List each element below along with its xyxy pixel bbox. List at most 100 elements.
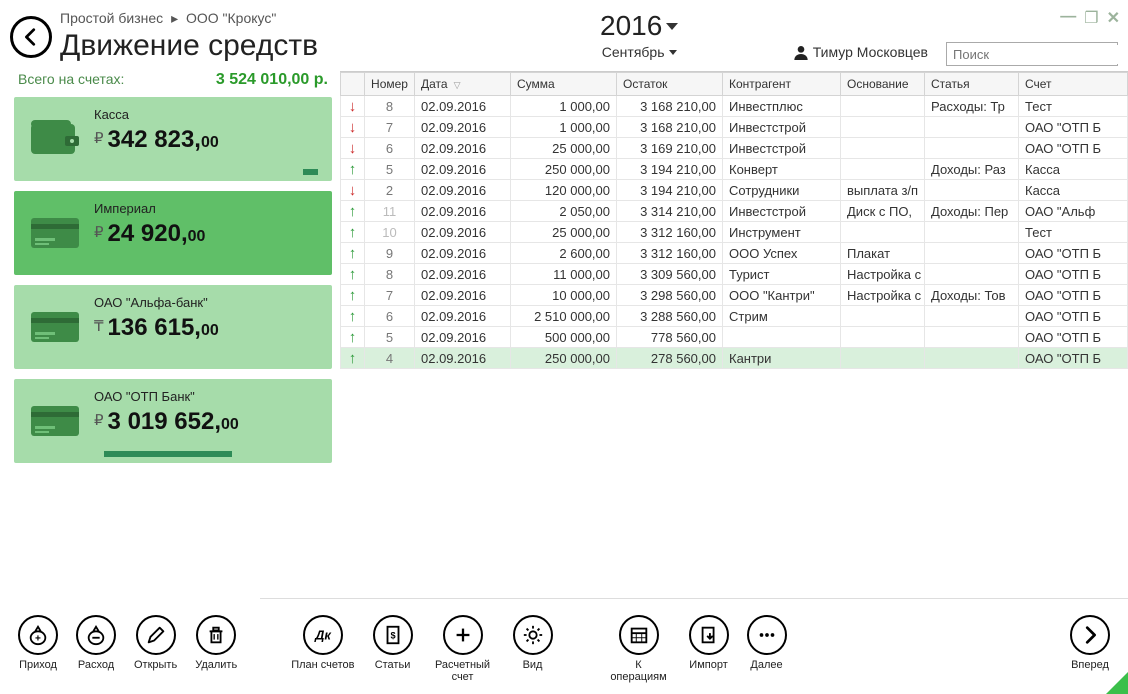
cell-account: Тест bbox=[1019, 222, 1128, 243]
income-button[interactable]: +Приход bbox=[18, 615, 58, 672]
cell-balance: 3 312 160,00 bbox=[617, 222, 723, 243]
cell-date: 02.09.2016 bbox=[415, 96, 511, 117]
cell-reason bbox=[841, 138, 925, 159]
cell-article bbox=[925, 117, 1019, 138]
cell-article bbox=[925, 306, 1019, 327]
arrow-up-icon: ↑ bbox=[349, 225, 357, 240]
racct-button[interactable]: Расчетный счет bbox=[431, 615, 495, 684]
arrow-down-icon: ↓ bbox=[349, 141, 357, 156]
expense-button[interactable]: Расход bbox=[76, 615, 116, 672]
account-card[interactable]: ОАО "ОТП Банк"₽3 019 652,00 bbox=[14, 379, 332, 463]
cell-account: ОАО "ОТП Б bbox=[1019, 243, 1128, 264]
table-row[interactable]: ↑502.09.2016250 000,003 194 210,00Конвер… bbox=[341, 159, 1128, 180]
cell-sum: 10 000,00 bbox=[511, 285, 617, 306]
resize-grip-icon[interactable] bbox=[1106, 672, 1128, 694]
column-header[interactable]: Сумма bbox=[511, 73, 617, 96]
tool-label: План счетов bbox=[291, 659, 354, 672]
arrow-up-icon: ↑ bbox=[349, 351, 357, 366]
column-header[interactable]: Остаток bbox=[617, 73, 723, 96]
forward-button[interactable]: Вперед bbox=[1070, 615, 1110, 672]
cell-account: ОАО "ОТП Б bbox=[1019, 306, 1128, 327]
table-row[interactable]: ↑1102.09.20162 050,003 314 210,00Инвестс… bbox=[341, 201, 1128, 222]
cell-sum: 25 000,00 bbox=[511, 138, 617, 159]
breadcrumb-app[interactable]: Простой бизнес bbox=[60, 10, 163, 26]
arrow-down-icon: ↓ bbox=[349, 183, 357, 198]
cell-account: ОАО "ОТП Б bbox=[1019, 327, 1128, 348]
cell-reason: Плакат bbox=[841, 243, 925, 264]
column-header[interactable]: Номер bbox=[365, 73, 415, 96]
tool-label: Удалить bbox=[195, 659, 237, 672]
table-row[interactable]: ↑702.09.201610 000,003 298 560,00ООО "Ка… bbox=[341, 285, 1128, 306]
table-row[interactable]: ↑502.09.2016500 000,00778 560,00ОАО "ОТП… bbox=[341, 327, 1128, 348]
account-card[interactable]: Империал₽24 920,00 bbox=[14, 191, 332, 275]
table-row[interactable]: ↑902.09.20162 600,003 312 160,00ООО Успе… bbox=[341, 243, 1128, 264]
dots-icon bbox=[747, 615, 787, 655]
plan-button[interactable]: ДкПлан счетов bbox=[291, 615, 354, 672]
cell-article: Доходы: Пер bbox=[925, 201, 1019, 222]
close-icon[interactable]: ✕ bbox=[1107, 8, 1120, 28]
column-header[interactable]: Статья bbox=[925, 73, 1019, 96]
minimize-icon[interactable]: — bbox=[1060, 8, 1076, 28]
cell-date: 02.09.2016 bbox=[415, 264, 511, 285]
table-row[interactable]: ↓602.09.201625 000,003 169 210,00Инвестс… bbox=[341, 138, 1128, 159]
tool-label: Расчетный счет bbox=[431, 659, 495, 684]
transactions-table: НомерДата▽СуммаОстатокКонтрагентОсновани… bbox=[340, 72, 1128, 369]
arrow-up-icon: ↑ bbox=[349, 246, 357, 261]
open-button[interactable]: Открыть bbox=[134, 615, 177, 672]
cell-article: Доходы: Тов bbox=[925, 285, 1019, 306]
articles-button[interactable]: $Статьи bbox=[373, 615, 413, 672]
table-row[interactable]: ↓802.09.20161 000,003 168 210,00Инвестпл… bbox=[341, 96, 1128, 117]
back-button[interactable] bbox=[10, 16, 52, 58]
cell-article bbox=[925, 327, 1019, 348]
totals-label: Всего на счетах: bbox=[18, 71, 124, 87]
column-header[interactable]: Контрагент bbox=[723, 73, 841, 96]
import-button[interactable]: Импорт bbox=[689, 615, 729, 672]
cell-number: 11 bbox=[365, 201, 415, 222]
user-icon bbox=[793, 44, 809, 60]
column-header[interactable] bbox=[341, 73, 365, 96]
table-row[interactable]: ↑1002.09.201625 000,003 312 160,00Инстру… bbox=[341, 222, 1128, 243]
search-box[interactable] bbox=[946, 42, 1118, 66]
column-header[interactable]: Счет bbox=[1019, 73, 1128, 96]
cell-number: 8 bbox=[365, 96, 415, 117]
cell-date: 02.09.2016 bbox=[415, 327, 511, 348]
cell-account: ОАО "ОТП Б bbox=[1019, 117, 1128, 138]
cell-reason: Настройка с bbox=[841, 285, 925, 306]
breadcrumb-company[interactable]: ООО "Крокус" bbox=[186, 10, 276, 26]
table-row[interactable]: ↑602.09.20162 510 000,003 288 560,00Стри… bbox=[341, 306, 1128, 327]
maximize-icon[interactable]: ❐ bbox=[1084, 8, 1098, 28]
table-row[interactable]: ↓202.09.2016120 000,003 194 210,00Сотруд… bbox=[341, 180, 1128, 201]
account-card[interactable]: ОАО "Альфа-банк" ₸136 615,00 bbox=[14, 285, 332, 369]
cell-number: 4 bbox=[365, 348, 415, 369]
year-selector[interactable]: 2016 bbox=[600, 10, 678, 42]
month-selector[interactable]: Сентябрь bbox=[602, 44, 677, 60]
cell-sum: 250 000,00 bbox=[511, 348, 617, 369]
tool-label: Далее bbox=[750, 659, 782, 672]
table-row[interactable]: ↑802.09.201611 000,003 309 560,00ТуристН… bbox=[341, 264, 1128, 285]
account-amount: ₸136 615,00 bbox=[94, 314, 320, 342]
tool-label: Импорт bbox=[689, 659, 727, 672]
table-row[interactable]: ↓702.09.20161 000,003 168 210,00Инвестст… bbox=[341, 117, 1128, 138]
column-header[interactable]: Дата▽ bbox=[415, 73, 511, 96]
account-usage-bar bbox=[104, 169, 318, 175]
cell-date: 02.09.2016 bbox=[415, 285, 511, 306]
cell-contragent: Турист bbox=[723, 264, 841, 285]
delete-button[interactable]: Удалить bbox=[195, 615, 237, 672]
search-input[interactable] bbox=[947, 45, 1128, 64]
account-name: ОАО "Альфа-банк" bbox=[94, 295, 320, 310]
table-row[interactable]: ↑402.09.2016250 000,00278 560,00КантриОА… bbox=[341, 348, 1128, 369]
more-button[interactable]: Далее bbox=[747, 615, 787, 672]
cell-balance: 278 560,00 bbox=[617, 348, 723, 369]
column-header[interactable]: Основание bbox=[841, 73, 925, 96]
account-name: ОАО "ОТП Банк" bbox=[94, 389, 320, 404]
cell-date: 02.09.2016 bbox=[415, 306, 511, 327]
cell-date: 02.09.2016 bbox=[415, 180, 511, 201]
cell-sum: 1 000,00 bbox=[511, 96, 617, 117]
cell-number: 5 bbox=[365, 159, 415, 180]
user-menu[interactable]: Тимур Московцев bbox=[793, 44, 928, 60]
arrow-up-icon: ↑ bbox=[349, 330, 357, 345]
account-card[interactable]: Касса₽342 823,00 bbox=[14, 97, 332, 181]
view-button[interactable]: Вид bbox=[513, 615, 553, 672]
ops-button[interactable]: К операциям bbox=[607, 615, 671, 684]
month-value: Сентябрь bbox=[602, 44, 665, 60]
